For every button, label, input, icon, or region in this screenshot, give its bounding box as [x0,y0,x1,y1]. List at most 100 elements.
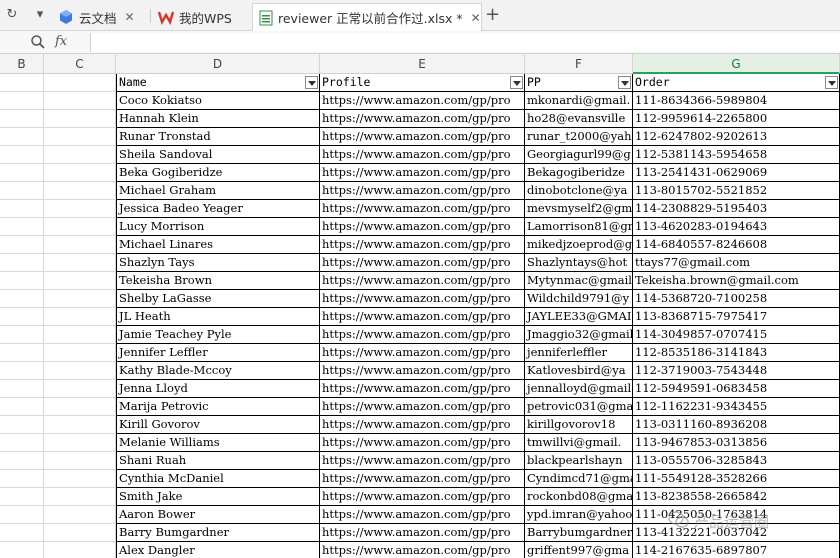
cell-profile[interactable]: https://www.amazon.com/gp/pro [320,254,525,272]
cell-name[interactable]: Alex Dangler [116,542,320,558]
tab-my-wps[interactable]: 我的WPS [152,3,238,31]
cell-profile[interactable]: https://www.amazon.com/gp/pro [320,308,525,326]
cell-name[interactable]: Jennifer Leffler [116,344,320,362]
empty-cell[interactable] [44,182,116,200]
cell-name[interactable]: Jessica Badeo Yeager [116,200,320,218]
cell-name[interactable]: Shelby LaGasse [116,290,320,308]
empty-cell[interactable] [44,254,116,272]
tab-spreadsheet[interactable]: reviewer 正常以前合作过.xlsx * ✕ [252,3,482,31]
empty-cell[interactable] [44,416,116,434]
cell-name[interactable]: Michael Graham [116,182,320,200]
empty-cell[interactable] [44,200,116,218]
cell-pp[interactable]: kirillgovorov18 [525,416,633,434]
empty-cell[interactable] [44,524,116,542]
cell-profile[interactable]: https://www.amazon.com/gp/pro [320,506,525,524]
empty-cell[interactable] [0,344,44,362]
column-header-g[interactable]: G [633,54,840,74]
filter-dropdown-icon[interactable] [305,76,318,89]
cell-order[interactable]: 112-1162231-9343455 [633,398,840,416]
empty-cell[interactable] [0,92,44,110]
empty-cell[interactable] [0,452,44,470]
cell-name[interactable]: Runar Tronstad [116,128,320,146]
cell-profile[interactable]: https://www.amazon.com/gp/pro [320,218,525,236]
cell-profile[interactable]: https://www.amazon.com/gp/pro [320,380,525,398]
cell-pp[interactable]: jenniferleffler [525,344,633,362]
cell-order[interactable]: 113-8015702-5521852 [633,182,840,200]
cell-order[interactable]: 112-8535186-3141843 [633,344,840,362]
empty-cell[interactable] [44,434,116,452]
cell-order[interactable]: Tekeisha.brown@gmail.com [633,272,840,290]
close-icon[interactable]: ✕ [125,10,135,24]
cell-pp[interactable]: jennalloyd@gmail [525,380,633,398]
column-header-c[interactable]: C [44,54,116,74]
empty-cell[interactable] [44,146,116,164]
empty-cell[interactable] [44,362,116,380]
cell-pp[interactable]: Barrybumgardner [525,524,633,542]
cell-profile[interactable]: https://www.amazon.com/gp/pro [320,92,525,110]
cell-name[interactable]: Smith Jake [116,488,320,506]
empty-cell[interactable] [44,380,116,398]
cell-name[interactable]: Cynthia McDaniel [116,470,320,488]
cell-order[interactable]: 114-2167635-6897807 [633,542,840,558]
cell-profile[interactable]: https://www.amazon.com/gp/pro [320,434,525,452]
cell-name[interactable]: Sheila Sandoval [116,146,320,164]
table-header-profile[interactable]: Profile [320,74,525,92]
filter-dropdown-icon[interactable] [825,76,838,89]
formula-input[interactable] [90,33,840,52]
empty-cell[interactable] [0,470,44,488]
empty-cell[interactable] [0,326,44,344]
empty-cell[interactable] [0,362,44,380]
cell-order[interactable]: 112-5381143-5954658 [633,146,840,164]
filter-dropdown-icon[interactable] [510,76,523,89]
empty-cell[interactable] [0,254,44,272]
cell-profile[interactable]: https://www.amazon.com/gp/pro [320,470,525,488]
table-header-pp[interactable]: PP [525,74,633,92]
empty-cell[interactable] [0,200,44,218]
cell-pp[interactable]: rockonbd08@gmai [525,488,633,506]
cell-order[interactable]: 113-4620283-0194643 [633,218,840,236]
empty-cell[interactable] [44,236,116,254]
zoom-magnifier-icon[interactable] [30,34,46,53]
cell-name[interactable]: Tekeisha Brown [116,272,320,290]
cell-pp[interactable]: JAYLEE33@GMAIL. [525,308,633,326]
cell-pp[interactable]: runar_t2000@yah [525,128,633,146]
cell-order[interactable]: 113-2541431-0629069 [633,164,840,182]
cell-profile[interactable]: https://www.amazon.com/gp/pro [320,236,525,254]
table-header-order[interactable]: Order [633,74,840,92]
empty-cell[interactable] [44,506,116,524]
cell-pp[interactable]: petrovic031@gma [525,398,633,416]
cell-order[interactable]: 113-8368715-7975417 [633,308,840,326]
cell-order[interactable]: 112-9959614-2265800 [633,110,840,128]
cell-order[interactable]: ttays77@gmail.com [633,254,840,272]
cell-profile[interactable]: https://www.amazon.com/gp/pro [320,200,525,218]
cell-pp[interactable]: mevsmyself2@gma [525,200,633,218]
cell-profile[interactable]: https://www.amazon.com/gp/pro [320,110,525,128]
cell-pp[interactable]: mikedjzoeprod@g [525,236,633,254]
empty-cell[interactable] [0,74,44,92]
empty-cell[interactable] [0,398,44,416]
cell-pp[interactable]: Wildchild9791@y [525,290,633,308]
cell-pp[interactable]: Mytynmac@gmail. [525,272,633,290]
empty-cell[interactable] [44,398,116,416]
empty-cell[interactable] [0,542,44,558]
cell-name[interactable]: Jenna Lloyd [116,380,320,398]
cell-pp[interactable]: blackpearlshayn [525,452,633,470]
cell-name[interactable]: Kathy Blade-Mccoy [116,362,320,380]
empty-cell[interactable] [44,92,116,110]
cell-name[interactable]: JL Heath [116,308,320,326]
close-icon[interactable]: ✕ [471,11,481,25]
cell-profile[interactable]: https://www.amazon.com/gp/pro [320,362,525,380]
cell-profile[interactable]: https://www.amazon.com/gp/pro [320,128,525,146]
cell-pp[interactable]: griffent997@gma [525,542,633,558]
empty-cell[interactable] [44,344,116,362]
empty-cell[interactable] [44,164,116,182]
cell-pp[interactable]: Katlovesbird@ya [525,362,633,380]
cell-order[interactable]: 112-5949591-0683458 [633,380,840,398]
empty-cell[interactable] [0,218,44,236]
cell-order[interactable]: 111-5549128-3528266 [633,470,840,488]
empty-cell[interactable] [0,182,44,200]
cell-order[interactable]: 111-8634366-5989804 [633,92,840,110]
column-header-b[interactable]: B [0,54,44,74]
empty-cell[interactable] [44,272,116,290]
add-tab-icon[interactable]: + [485,5,500,25]
